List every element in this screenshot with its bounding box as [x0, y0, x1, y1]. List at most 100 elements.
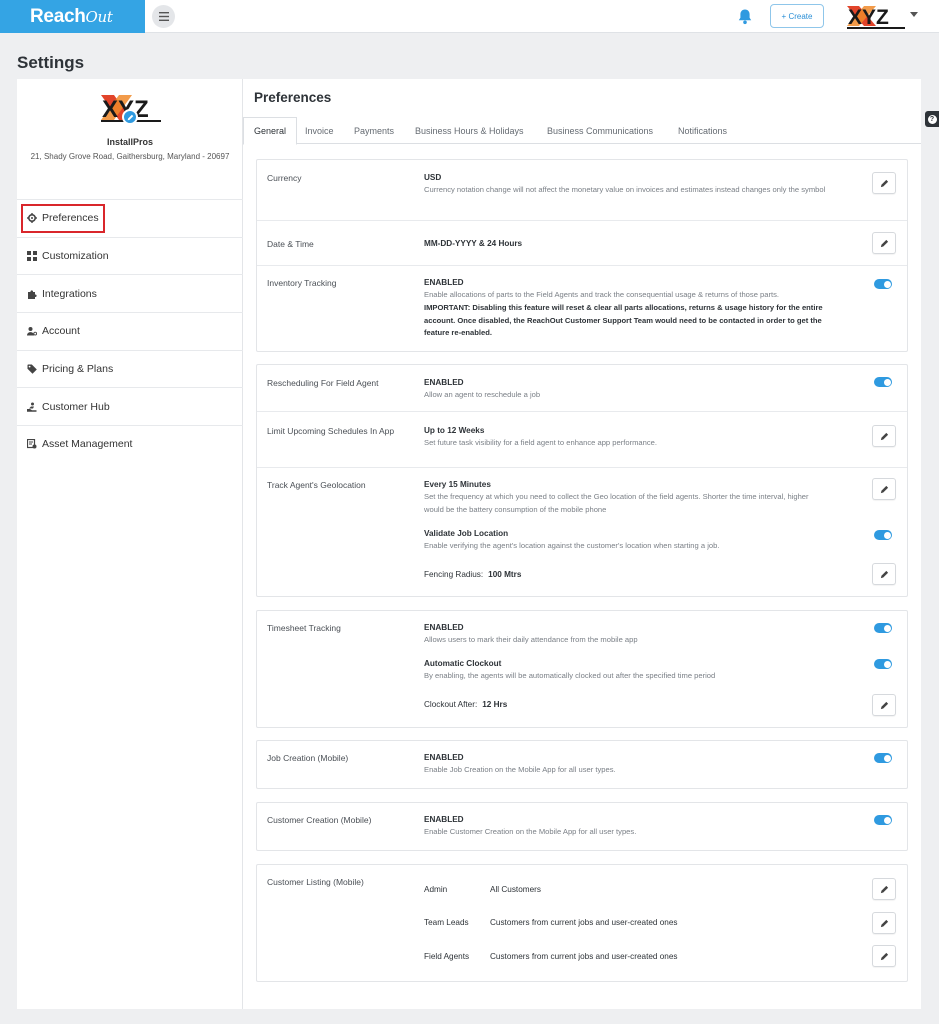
customer-creation-card: Customer Creation (Mobile) ENABLED Enabl…: [256, 802, 908, 851]
datetime-label: Date & Time: [267, 239, 314, 249]
rescheduling-status: ENABLED: [424, 378, 464, 387]
currency-edit-button[interactable]: [872, 172, 896, 194]
listing-role: Field Agents: [424, 952, 470, 961]
create-button[interactable]: + Create: [770, 4, 824, 28]
bell-icon[interactable]: [737, 8, 753, 25]
sidebar-item-label: Integrations: [42, 287, 97, 300]
geolocation-edit-button[interactable]: [872, 478, 896, 500]
customer-creation-status: ENABLED: [424, 815, 464, 824]
org-edit-button[interactable]: [122, 109, 138, 125]
org-address: 21, Shady Grove Road, Gaithersburg, Mary…: [30, 152, 230, 161]
listing-field-agents-edit-button[interactable]: [872, 945, 896, 967]
field-agent-card: Rescheduling For Field Agent ENABLED All…: [256, 364, 908, 597]
preferences-tabs: General Invoice Payments Business Hours …: [243, 117, 921, 145]
tab-general[interactable]: General: [243, 117, 298, 145]
sidebar-item-asset-management[interactable]: Asset Management: [17, 425, 243, 463]
sidebar-item-customization[interactable]: Customization: [17, 236, 243, 275]
sidebar-item-account[interactable]: Account: [17, 312, 243, 350]
tab-business-communications[interactable]: Business Communications: [547, 117, 653, 144]
tab-notifications[interactable]: Notifications: [678, 117, 727, 144]
hand-icon: [27, 402, 37, 412]
pencil-icon: [880, 570, 888, 578]
page-title: Settings: [17, 53, 85, 72]
pencil-icon: [880, 239, 888, 247]
job-creation-status: ENABLED: [424, 753, 464, 762]
sidebar-item-pricing[interactable]: Pricing & Plans: [17, 349, 243, 388]
customer-creation-desc: Enable Customer Creation on the Mobile A…: [424, 827, 637, 836]
tab-payments[interactable]: Payments: [354, 117, 394, 144]
geolocation-label: Track Agent's Geolocation: [267, 480, 366, 490]
timesheet-status: ENABLED: [424, 623, 464, 632]
timesheet-card: Timesheet Tracking ENABLED Allows users …: [256, 610, 908, 728]
datetime-row: Date & Time MM-DD-YYYY & 24 Hours: [257, 221, 907, 266]
listing-value: Customers from current jobs and user-cre…: [490, 918, 678, 927]
datetime-edit-button[interactable]: [872, 232, 896, 254]
brand-logo[interactable]: ReachOut: [0, 0, 145, 33]
job-creation-toggle[interactable]: [874, 753, 892, 763]
brand-text: ReachOut: [30, 6, 113, 27]
job-creation-card: Job Creation (Mobile) ENABLED Enable Job…: [256, 740, 908, 789]
pencil-icon: [880, 432, 888, 440]
limit-schedules-edit-button[interactable]: [872, 425, 896, 447]
timesheet-toggle[interactable]: [874, 623, 892, 633]
currency-value: USD: [424, 173, 442, 182]
sidebar-item-customer-hub[interactable]: Customer Hub: [17, 387, 243, 425]
preferences-panel: Preferences General Invoice Payments Bus…: [243, 79, 921, 1009]
validate-location-toggle[interactable]: [874, 530, 892, 540]
clockout-edit-button[interactable]: [872, 694, 896, 716]
rescheduling-toggle[interactable]: [874, 377, 892, 387]
pencil-icon: [880, 952, 888, 960]
geolocation-row: Track Agent's Geolocation Every 15 Minut…: [257, 468, 907, 597]
fencing-radius-edit-button[interactable]: [872, 563, 896, 585]
svg-text:XYZ: XYZ: [848, 6, 889, 29]
auto-clockout-title: Automatic Clockout: [424, 659, 502, 668]
pencil-icon: [880, 179, 888, 187]
clockout-after: Clockout After: 12 Hrs: [424, 700, 508, 709]
inventory-warning: IMPORTANT: Disabling this feature will r…: [424, 303, 823, 338]
customer-creation-toggle[interactable]: [874, 815, 892, 825]
general-card: Currency USD Currency notation change wi…: [256, 159, 908, 352]
rescheduling-label: Rescheduling For Field Agent: [267, 378, 379, 388]
inventory-toggle[interactable]: [874, 279, 892, 289]
inventory-label: Inventory Tracking: [267, 278, 337, 288]
listing-team-leads-edit-button[interactable]: [872, 912, 896, 934]
job-creation-desc: Enable Job Creation on the Mobile App fo…: [424, 765, 616, 774]
question-icon: ?: [927, 114, 937, 124]
sidebar-item-preferences[interactable]: Preferences: [17, 199, 243, 237]
user-settings-icon: [27, 327, 37, 336]
menu-icon: [158, 12, 169, 21]
selection-highlight: [21, 204, 105, 233]
caret-down-icon[interactable]: [910, 12, 918, 17]
sidebar-item-label: Customization: [42, 250, 109, 263]
customer-listing-label: Customer Listing (Mobile): [267, 877, 364, 887]
timesheet-desc: Allows users to mark their daily attenda…: [424, 635, 638, 644]
sidebar-item-label: Customer Hub: [42, 400, 110, 413]
listing-admin-edit-button[interactable]: [872, 878, 896, 900]
auto-clockout-toggle[interactable]: [874, 659, 892, 669]
timesheet-label: Timesheet Tracking: [267, 623, 341, 633]
tab-business-hours[interactable]: Business Hours & Holidays: [415, 117, 524, 144]
validate-location-title: Validate Job Location: [424, 529, 509, 538]
menu-button[interactable]: [152, 5, 175, 28]
asset-icon: [27, 439, 37, 449]
listing-role: Team Leads: [424, 918, 469, 927]
tab-invoice[interactable]: Invoice: [305, 117, 334, 144]
validate-location-desc: Enable verifying the agent's location ag…: [424, 541, 720, 550]
pencil-icon: [127, 114, 133, 120]
puzzle-icon: [28, 290, 37, 299]
currency-row: Currency USD Currency notation change wi…: [257, 160, 907, 221]
pencil-icon: [880, 701, 888, 709]
sidebar-item-integrations[interactable]: Integrations: [17, 274, 243, 312]
inventory-status: ENABLED: [424, 278, 464, 287]
pencil-icon: [880, 485, 888, 493]
settings-sidebar: XYZ InstallPros 21, Shady Grove Road, Ga…: [17, 79, 243, 1009]
customer-creation-label: Customer Creation (Mobile): [267, 815, 372, 825]
help-button[interactable]: ?: [925, 111, 939, 127]
company-logo[interactable]: XYZ: [845, 4, 907, 30]
sidebar-nav: Preferences Customization Integrations A…: [17, 199, 243, 463]
customer-listing-card: Customer Listing (Mobile) Admin All Cust…: [256, 864, 908, 982]
limit-schedules-row: Limit Upcoming Schedules In App Up to 12…: [257, 412, 907, 468]
inventory-desc: Enable allocations of parts to the Field…: [424, 290, 780, 299]
datetime-value: MM-DD-YYYY & 24 Hours: [424, 239, 523, 248]
limit-schedules-desc: Set future task visibility for a field a…: [424, 438, 658, 447]
